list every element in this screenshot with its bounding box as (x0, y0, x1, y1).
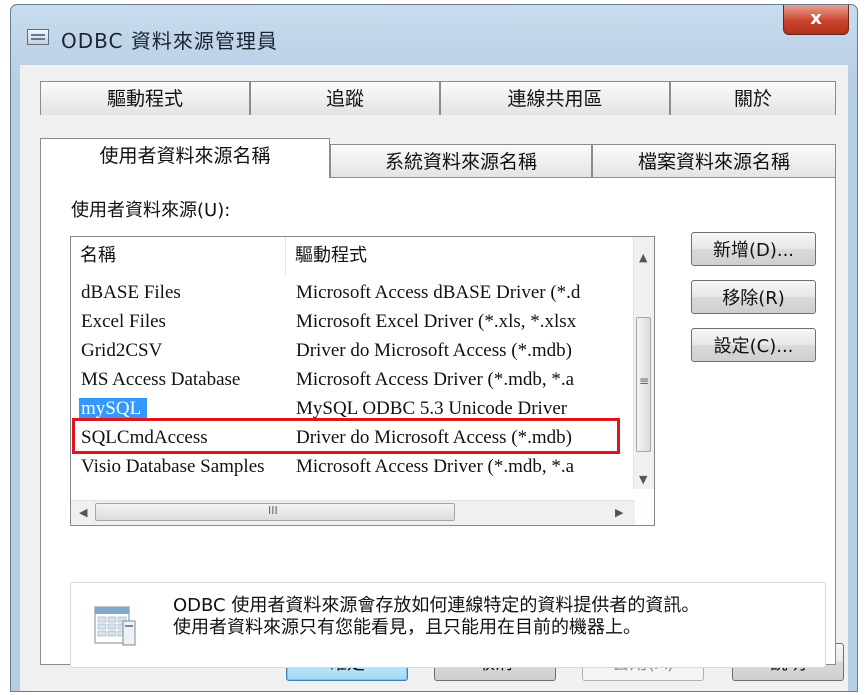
dsn-name: Grid2CSV (81, 340, 163, 361)
dsn-driver: Microsoft Access dBASE Driver (*.d (296, 282, 581, 303)
dsn-name: Excel Files (81, 311, 166, 332)
list-item[interactable]: dBASE Files Microsoft Access dBASE Drive… (71, 279, 631, 309)
dsn-name: mySQL (79, 398, 148, 420)
grip-icon: III (268, 504, 278, 517)
tab-connection-pooling[interactable]: 連線共用區 (440, 81, 670, 115)
vertical-scroll-thumb[interactable]: ≡ (636, 317, 651, 452)
remove-button[interactable]: 移除(R) (691, 280, 816, 314)
odbc-app-icon (27, 29, 49, 45)
info-line-1: ODBC 使用者資料來源會存放如何連線特定的資料提供者的資訊。 (173, 595, 700, 616)
dsn-list[interactable]: 名稱 驅動程式 dBASE Files Microsoft Access dBA… (70, 236, 655, 526)
add-button[interactable]: 新增(D)... (691, 232, 816, 266)
list-item[interactable]: Visio Database Samples Microsoft Access … (71, 453, 631, 483)
list-item[interactable]: Grid2CSV Driver do Microsoft Access (*.m… (71, 337, 631, 367)
scroll-down-arrow-icon[interactable]: ▼ (639, 473, 647, 486)
user-dsn-list-label: 使用者資料來源(U): (71, 200, 231, 221)
info-text: ODBC 使用者資料來源會存放如何連線特定的資料提供者的資訊。 使用者資料來源只… (173, 595, 699, 639)
horizontal-scroll-thumb[interactable]: III (95, 503, 455, 521)
info-line-2: 使用者資料來源只有您能看見，且只能用在目前的機器上。 (173, 617, 641, 638)
dsn-driver: MySQL ODBC 5.3 Unicode Driver (296, 398, 568, 419)
dsn-name: dBASE Files (81, 282, 181, 303)
odbc-dialog-window: ODBC 資料來源管理員 x 驅動程式 追蹤 連線共用區 關於 使用者資料來源名… (10, 4, 858, 692)
dsn-driver: Microsoft Access Driver (*.mdb, *.a (296, 369, 575, 390)
dsn-driver: Microsoft Excel Driver (*.xls, *.xlsx (296, 311, 577, 332)
dsn-name: Visio Database Samples (81, 456, 265, 477)
data-source-icon (93, 603, 137, 647)
tab-drivers[interactable]: 驅動程式 (40, 81, 250, 115)
list-item[interactable]: Excel Files Microsoft Excel Driver (*.xl… (71, 308, 631, 338)
tab-user-dsn[interactable]: 使用者資料來源名稱 (40, 138, 330, 178)
title-bar[interactable]: ODBC 資料來源管理員 x (11, 5, 857, 65)
highlight-annotation-box (72, 418, 620, 454)
window-title: ODBC 資料來源管理員 (61, 29, 278, 53)
horizontal-scrollbar[interactable]: ◀ III ▶ (71, 500, 635, 525)
configure-button[interactable]: 設定(C)... (691, 328, 816, 362)
tab-system-dsn[interactable]: 系統資料來源名稱 (330, 144, 592, 178)
dialog-client-area: 驅動程式 追蹤 連線共用區 關於 使用者資料來源名稱 系統資料來源名稱 檔案資料… (20, 65, 848, 691)
grip-icon: ≡ (639, 374, 650, 388)
dsn-driver: Microsoft Access Driver (*.mdb, *.a (296, 456, 575, 477)
dsn-name: MS Access Database (81, 369, 241, 390)
info-box: ODBC 使用者資料來源會存放如何連線特定的資料提供者的資訊。 使用者資料來源只… (70, 582, 826, 668)
scroll-left-arrow-icon[interactable]: ◀ (79, 506, 87, 519)
scroll-right-arrow-icon[interactable]: ▶ (615, 506, 623, 519)
tab-tracing[interactable]: 追蹤 (250, 81, 440, 115)
vertical-scrollbar[interactable]: ▲ ≡ ▼ (633, 237, 654, 489)
scroll-up-arrow-icon[interactable]: ▲ (639, 251, 647, 264)
column-header-name[interactable]: 名稱 (71, 237, 286, 275)
tab-about[interactable]: 關於 (670, 81, 836, 115)
dsn-driver: Driver do Microsoft Access (*.mdb) (296, 340, 572, 361)
column-header-driver[interactable]: 驅動程式 (286, 237, 635, 275)
user-dsn-panel: 使用者資料來源(U): 名稱 驅動程式 dBASE Files Microsof… (40, 177, 836, 668)
tab-file-dsn[interactable]: 檔案資料來源名稱 (592, 144, 836, 178)
list-item[interactable]: MS Access Database Microsoft Access Driv… (71, 366, 631, 396)
close-button[interactable]: x (783, 5, 849, 35)
